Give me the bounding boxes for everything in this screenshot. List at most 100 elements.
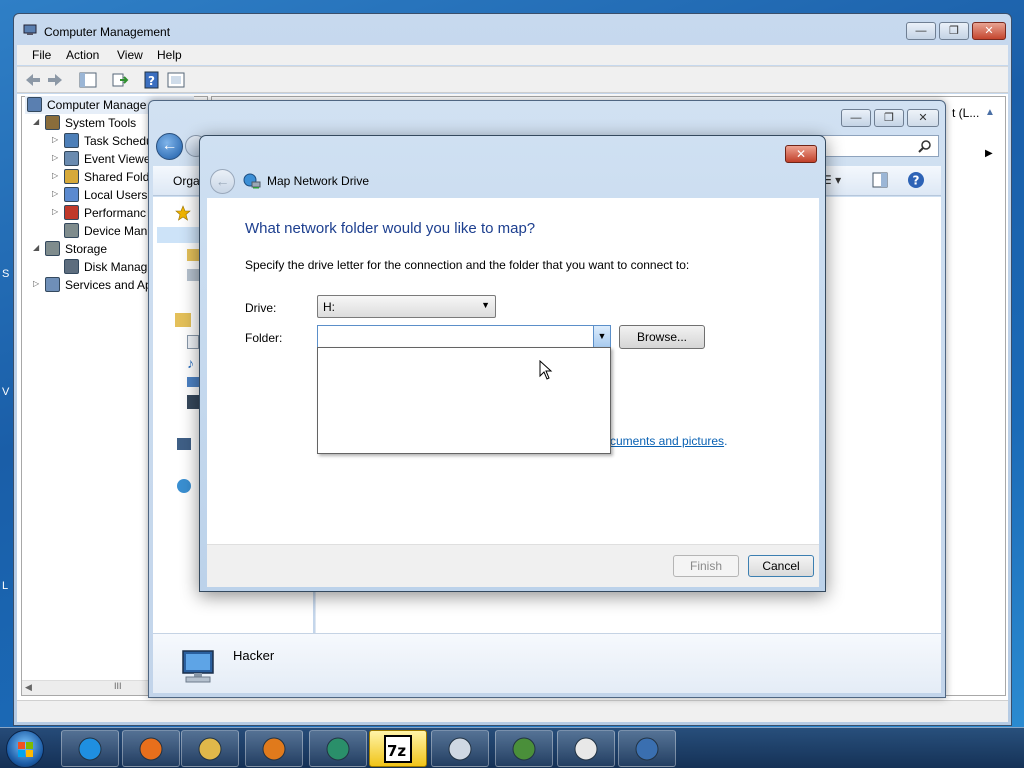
drive-letter-select[interactable]: H: ▼	[317, 295, 496, 318]
start-button[interactable]	[6, 730, 44, 768]
internet-explorer-icon	[78, 737, 102, 761]
taskbar-computer-management-button[interactable]	[618, 730, 676, 767]
dialog-back-button[interactable]: ←	[210, 169, 235, 194]
map-network-drive-dialog: ✕ ← Map Network Drive What network folde…	[199, 135, 826, 592]
dialog-footer: Finish Cancel	[207, 544, 819, 587]
finish-button[interactable]: Finish	[673, 555, 739, 577]
help-icon[interactable]: ?	[142, 71, 162, 89]
explorer-minimize-button[interactable]: —	[841, 109, 871, 127]
music-icon[interactable]: ♪	[187, 355, 199, 371]
desktop-icon-label-fragment: L	[2, 580, 9, 592]
taskbar-internet-explorer-button[interactable]	[61, 730, 119, 767]
scroll-left-icon[interactable]: ◀	[25, 682, 32, 693]
cancel-button[interactable]: Cancel	[748, 555, 814, 577]
windows-explorer-icon	[198, 737, 222, 761]
back-arrow-icon[interactable]	[23, 71, 43, 89]
expand-triangle-icon[interactable]: ▷	[52, 171, 58, 180]
shared-folder-icon	[64, 169, 79, 184]
network-icon[interactable]	[177, 479, 191, 493]
menu-file[interactable]: File	[32, 48, 51, 62]
favorites-star-icon[interactable]	[175, 205, 191, 221]
taskbar: 7z	[0, 727, 1024, 768]
scroll-grip[interactable]: III	[114, 681, 122, 691]
minimize-icon: —	[850, 112, 862, 124]
dialog-description: Specify the drive letter for the connect…	[245, 258, 690, 272]
tree-item-label: Local Users	[84, 188, 148, 202]
dialog-close-button[interactable]: ✕	[785, 145, 817, 163]
collapse-arrow-icon[interactable]: ▲	[985, 107, 995, 118]
expand-triangle-icon[interactable]: ▷	[52, 207, 58, 216]
folder-dropdown-list[interactable]	[317, 347, 611, 454]
close-icon: ✕	[918, 112, 928, 124]
clock-icon	[64, 133, 79, 148]
taskbar-text-document-button[interactable]	[557, 730, 615, 767]
collapse-triangle-icon[interactable]: ◢	[33, 243, 39, 252]
text-document-icon	[574, 737, 598, 761]
folder-combobox[interactable]: ▼	[317, 325, 611, 348]
taskbar-media-player-button[interactable]	[245, 730, 303, 767]
help-icon[interactable]: ?	[907, 171, 925, 189]
minimize-button[interactable]: —	[906, 22, 936, 40]
connect-documents-link[interactable]: cuments and pictures.	[610, 434, 727, 448]
horizontal-scrollbar[interactable]: ◀ III	[22, 680, 156, 695]
dialog-body: What network folder would you like to ma…	[207, 198, 819, 544]
taskbar-notepad-button[interactable]	[431, 730, 489, 767]
notepad-icon	[448, 737, 472, 761]
dialog-heading: What network folder would you like to ma…	[245, 220, 536, 237]
expand-triangle-icon[interactable]: ▷	[52, 135, 58, 144]
expand-triangle-icon[interactable]: ▷	[33, 279, 39, 288]
link-text[interactable]: cuments and pictures	[610, 434, 724, 448]
collapse-triangle-icon[interactable]: ◢	[33, 117, 39, 126]
libraries-icon[interactable]	[175, 313, 191, 327]
firefox-icon	[139, 737, 163, 761]
taskbar-windows-explorer-button[interactable]	[181, 730, 239, 767]
tree-item-label: Device Man	[84, 224, 148, 238]
menu-help[interactable]: Help	[157, 48, 182, 62]
status-bar	[17, 700, 1008, 722]
dialog-title: Map Network Drive	[267, 174, 370, 188]
network-place-icon[interactable]	[187, 269, 199, 281]
folder-dropdown-button[interactable]: ▼	[593, 326, 610, 347]
menu-action[interactable]: Action	[66, 48, 99, 62]
svg-text:?: ?	[148, 74, 155, 88]
documents-icon[interactable]	[187, 335, 199, 349]
folder-label: Folder:	[245, 331, 283, 345]
videos-icon[interactable]	[187, 395, 199, 409]
explorer-close-button[interactable]: ✕	[907, 109, 939, 127]
taskbar-chat-app-button[interactable]	[309, 730, 367, 767]
expand-triangle-icon[interactable]: ▷	[52, 153, 58, 162]
taskbar-firefox-button[interactable]	[122, 730, 180, 767]
computer-icon[interactable]	[177, 438, 191, 450]
expand-triangle-icon[interactable]: ▷	[52, 189, 58, 198]
desktop-icon-label-fragment: S	[2, 268, 10, 280]
more-actions-arrow-icon[interactable]: ▶	[985, 148, 993, 159]
title-bar[interactable]: Computer Management — ❐ ✕	[14, 14, 1011, 44]
explorer-maximize-button[interactable]: ❐	[874, 109, 904, 127]
properties-icon[interactable]	[166, 71, 186, 89]
windows-logo-icon	[18, 742, 33, 757]
folder-icon[interactable]	[187, 249, 199, 261]
tree-item-label: System Tools	[65, 116, 137, 130]
preview-pane-icon[interactable]	[872, 172, 888, 188]
maximize-button[interactable]: ❐	[939, 22, 969, 40]
export-list-icon[interactable]	[110, 71, 130, 89]
pictures-icon[interactable]	[187, 377, 199, 387]
close-icon: ✕	[795, 147, 807, 161]
browse-button[interactable]: Browse...	[619, 325, 705, 349]
link-suffix: .	[724, 434, 728, 448]
network-drive-icon	[243, 173, 261, 189]
toolbar: ?	[17, 66, 1008, 93]
tools-icon	[45, 115, 60, 130]
taskbar-network-monitor-button[interactable]	[495, 730, 553, 767]
network-computer-icon	[182, 650, 214, 683]
forward-arrow-icon[interactable]	[45, 71, 65, 89]
show-hide-tree-icon[interactable]	[78, 71, 98, 89]
taskbar-7zip-button[interactable]: 7z	[369, 730, 427, 767]
close-button[interactable]: ✕	[972, 22, 1006, 40]
media-player-icon	[262, 737, 286, 761]
organize-menu[interactable]: Orga	[173, 174, 200, 188]
selected-nav-item[interactable]	[157, 227, 201, 243]
menu-view[interactable]: View	[117, 48, 143, 62]
explorer-back-button[interactable]: ←	[156, 133, 183, 160]
mouse-cursor-icon	[539, 360, 553, 380]
